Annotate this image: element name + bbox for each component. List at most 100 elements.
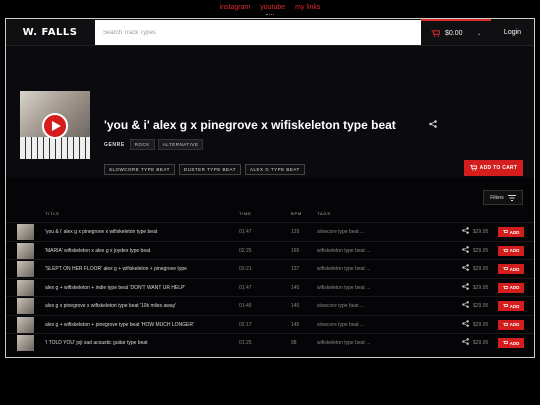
col-tags: TAGS xyxy=(317,211,331,216)
track-thumbnail[interactable] xyxy=(17,316,34,333)
login-button[interactable]: Login xyxy=(491,19,534,46)
row-time: 02:17 xyxy=(239,321,252,328)
row-bpm: 165 xyxy=(291,247,300,254)
cart-button[interactable]: $0.00 ⌄ xyxy=(421,19,491,46)
row-time: 03:21 xyxy=(239,266,252,272)
share-icon[interactable] xyxy=(462,338,469,345)
share-icon[interactable] xyxy=(429,120,437,128)
chevron-down-icon: ⌄ xyxy=(476,31,482,37)
row-price: $29.95 xyxy=(473,340,489,346)
add-button[interactable]: ADD xyxy=(498,264,524,274)
track-thumbnail[interactable] xyxy=(17,335,34,351)
cart-total: $0.00 xyxy=(445,30,463,37)
share-icon[interactable] xyxy=(462,264,469,271)
row-tags[interactable]: wifiskeleton type beat ... xyxy=(317,285,370,291)
add-label: ADD xyxy=(509,322,520,327)
share-icon[interactable] xyxy=(462,301,469,308)
row-price: $29.95 xyxy=(473,229,489,235)
col-bpm: BPM xyxy=(291,211,303,216)
piano-image xyxy=(20,137,90,159)
row-time: 01:25 xyxy=(239,340,252,346)
track-thumbnail[interactable] xyxy=(17,298,34,314)
row-price: $29.95 xyxy=(473,303,489,309)
row-price: $29.95 xyxy=(473,321,489,328)
row-price: $29.95 xyxy=(473,266,489,272)
table-row[interactable]: alex g + wifiskeleton + pinegrove type b… xyxy=(6,314,534,333)
add-button[interactable]: ADD xyxy=(498,282,524,293)
cart-icon xyxy=(502,248,508,252)
cart-icon xyxy=(469,165,477,171)
row-price: $29.95 xyxy=(473,284,489,291)
track-artwork xyxy=(20,91,90,159)
tag-duster[interactable]: DUSTER TYPE BEAT xyxy=(178,164,241,175)
genre-row: GENRE ROCK ALTERNATIVE xyxy=(104,139,204,150)
row-title[interactable]: 'SLEPT ON HER FLOOR' alex g + wifiskelet… xyxy=(45,266,187,272)
row-tags[interactable]: slowcore type beat ... xyxy=(317,322,364,328)
row-tags[interactable]: slowcore type beat ... xyxy=(317,303,364,309)
cart-icon xyxy=(502,322,508,326)
track-thumbnail[interactable] xyxy=(17,242,34,259)
table-row[interactable]: alex g + wifiskeleton + indie type beat … xyxy=(6,277,534,296)
row-title[interactable]: 'I TOLD YOU' joji sad acoustic guitar ty… xyxy=(45,340,148,346)
row-bpm: 145 xyxy=(291,303,300,309)
track-list: Filters TITLE TIME BPM TAGS 'you & i' al… xyxy=(6,178,534,357)
add-button[interactable]: ADD xyxy=(498,338,524,348)
play-button[interactable] xyxy=(42,113,68,139)
share-icon[interactable] xyxy=(462,319,469,327)
search-input[interactable] xyxy=(95,20,421,45)
add-label: ADD xyxy=(509,248,520,253)
track-thumbnail[interactable] xyxy=(17,279,34,296)
row-tags[interactable]: wifiskeleton type beat ... xyxy=(317,266,370,272)
divider xyxy=(266,14,274,16)
row-tags[interactable]: wifiskeleton type beat ... xyxy=(317,340,370,346)
add-label: ADD xyxy=(509,266,520,272)
row-bpm: 145 xyxy=(291,284,300,291)
add-label: ADD xyxy=(509,303,520,309)
row-title[interactable]: alex g + wifiskeleton + indie type beat … xyxy=(45,285,185,291)
cart-icon xyxy=(502,285,508,289)
row-bpm: 129 xyxy=(291,229,300,235)
tag-alex-g[interactable]: ALEX G TYPE BEAT xyxy=(244,164,305,175)
filters-button[interactable]: Filters xyxy=(483,190,523,205)
row-bpm: 145 xyxy=(291,321,300,328)
row-title[interactable]: alex g x pinegrove x wifiskeleton type b… xyxy=(45,303,176,309)
youtube-link[interactable]: youtube xyxy=(260,4,285,11)
my-links-link[interactable]: my links xyxy=(295,4,320,11)
col-title: TITLE xyxy=(45,211,60,216)
table-row[interactable]: 'I TOLD YOU' joji sad acoustic guitar ty… xyxy=(6,333,534,351)
add-button[interactable]: ADD xyxy=(498,227,524,237)
row-time: 01:47 xyxy=(239,229,252,235)
add-button[interactable]: ADD xyxy=(498,319,524,330)
table-row[interactable]: alex g x pinegrove x wifiskeleton type b… xyxy=(6,296,534,314)
track-title: 'you & i' alex g x pinegrove x wifiskele… xyxy=(104,118,396,132)
genre-chip-rock[interactable]: ROCK xyxy=(129,139,155,150)
featured-track: 'you & i' alex g x pinegrove x wifiskele… xyxy=(6,46,534,205)
row-price: $29.95 xyxy=(473,247,489,254)
add-button[interactable]: ADD xyxy=(498,245,524,256)
brand-logo[interactable]: W. FALLS xyxy=(6,19,94,46)
genre-chip-alternative[interactable]: ALTERNATIVE xyxy=(157,139,204,150)
site-frame: W. FALLS $0.00 ⌄ Login 'you & i' alex g … xyxy=(5,18,535,358)
add-button[interactable]: ADD xyxy=(498,301,524,311)
share-icon[interactable] xyxy=(462,282,469,290)
row-title[interactable]: 'MARIA' wifiskeleton x alex g x joydes t… xyxy=(45,248,150,254)
table-row[interactable]: 'MARIA' wifiskeleton x alex g x joydes t… xyxy=(6,240,534,259)
row-tags[interactable]: slowcore type beat ... xyxy=(317,229,364,235)
add-to-cart-label: ADD TO CART xyxy=(479,165,518,171)
instagram-link[interactable]: instagram xyxy=(220,4,251,11)
col-time: TIME xyxy=(239,211,252,216)
table-row[interactable]: 'SLEPT ON HER FLOOR' alex g + wifiskelet… xyxy=(6,259,534,277)
track-thumbnail[interactable] xyxy=(17,224,34,240)
row-time: 01:45 xyxy=(239,303,252,309)
share-icon[interactable] xyxy=(462,245,469,253)
row-title[interactable]: 'you & i' alex g x pinegrove x wifiskele… xyxy=(45,229,157,235)
row-title[interactable]: alex g + wifiskeleton + pinegrove type b… xyxy=(45,322,194,328)
tag-row: SLOWCORE TYPE BEAT DUSTER TYPE BEAT ALEX… xyxy=(104,164,305,175)
play-icon xyxy=(51,121,61,131)
add-to-cart-button[interactable]: ADD TO CART xyxy=(464,160,523,176)
table-row[interactable]: 'you & i' alex g x pinegrove x wifiskele… xyxy=(6,222,534,240)
share-icon[interactable] xyxy=(462,227,469,234)
row-tags[interactable]: wifiskeleton type beat ... xyxy=(317,248,370,254)
track-thumbnail[interactable] xyxy=(17,261,34,277)
tag-slowcore[interactable]: SLOWCORE TYPE BEAT xyxy=(104,164,175,175)
